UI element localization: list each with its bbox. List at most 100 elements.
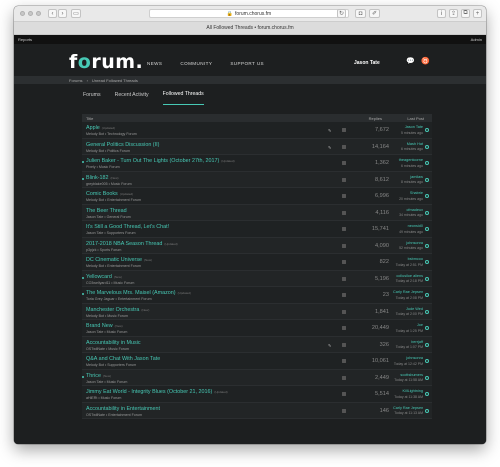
last-post-user[interactable]: johnsonra bbox=[393, 356, 423, 360]
last-post-user[interactable]: Carly Rae Jepsen bbox=[393, 406, 423, 410]
go-to-last-post-icon[interactable] bbox=[425, 375, 429, 380]
thread-title-text[interactable]: 2017-2018 NBA Season Thread bbox=[86, 241, 162, 247]
thread-title-text[interactable]: Manchester Orchestra bbox=[86, 307, 139, 313]
sidebar-icon[interactable]: ▭ bbox=[71, 9, 81, 18]
thread-title-text[interactable]: Accountability in Entertainment bbox=[86, 406, 160, 412]
tab-forums[interactable]: Forums bbox=[83, 84, 101, 105]
col-last-post[interactable]: Last Post bbox=[382, 116, 428, 121]
last-post-user[interactable]: neonsid0 bbox=[393, 224, 423, 228]
table-row[interactable]: It's Still a Good Thread, Let's Chat! Jas… bbox=[82, 221, 432, 238]
go-to-last-post-icon[interactable] bbox=[425, 359, 429, 363]
thread-title-text[interactable]: Thrice bbox=[86, 373, 101, 379]
thread-title-text[interactable]: Comic Books bbox=[86, 191, 118, 197]
go-to-last-post-icon[interactable] bbox=[425, 161, 429, 165]
username[interactable]: Jason Tate bbox=[354, 60, 380, 66]
last-post-time[interactable]: Today at 2:08 PM bbox=[393, 296, 423, 300]
go-to-last-post-icon[interactable] bbox=[425, 194, 429, 198]
last-post-user[interactable]: theagentcorne bbox=[393, 158, 423, 162]
thread-title[interactable]: Blink-182 (New) bbox=[86, 175, 118, 181]
nav-community[interactable]: COMMUNITY bbox=[180, 61, 212, 66]
thread-title-text[interactable]: Brand New bbox=[86, 323, 113, 329]
thread-title-text[interactable]: Yellowcard bbox=[86, 274, 112, 280]
thread-title-text[interactable]: It's Still a Good Thread, Let's Chat! bbox=[86, 224, 169, 230]
thread-title-text[interactable]: Jimmy Eat World - Integrity Blues (Octob… bbox=[86, 389, 212, 395]
go-to-last-post-icon[interactable] bbox=[425, 177, 429, 182]
last-post-time[interactable]: Today at 11:13 AM bbox=[393, 411, 423, 415]
last-post-user[interactable]: collusiloe aliens bbox=[393, 274, 423, 278]
extension-icon[interactable]: ✐ bbox=[369, 9, 380, 18]
thread-title[interactable]: DC Cinematic Universe (New) bbox=[86, 257, 152, 263]
go-to-last-post-icon[interactable] bbox=[425, 293, 429, 297]
last-post-user[interactable]: scottsbumers bbox=[393, 373, 423, 377]
table-row[interactable]: Manchester Orchestra (New) Melody Bot • Mu… bbox=[82, 303, 432, 320]
go-to-last-post-icon[interactable] bbox=[425, 309, 429, 314]
thread-title[interactable]: Accountability in Music bbox=[86, 340, 143, 346]
thread-title-text[interactable]: General Politics Discussion (II) bbox=[86, 142, 159, 148]
go-to-last-post-icon[interactable] bbox=[425, 260, 429, 264]
go-to-last-post-icon[interactable] bbox=[425, 227, 429, 231]
close-window-button[interactable] bbox=[20, 11, 25, 16]
last-post-user[interactable]: Jason Tate bbox=[393, 125, 423, 129]
back-button[interactable]: ‹ bbox=[48, 9, 57, 18]
table-row[interactable]: 2017-2018 NBA Season Thread (Updated) p3pj… bbox=[82, 237, 432, 254]
minimize-window-button[interactable] bbox=[28, 11, 33, 16]
go-to-last-post-icon[interactable] bbox=[425, 408, 429, 413]
breadcrumb-unread-followed[interactable]: Unread Followed Threads bbox=[92, 78, 138, 83]
last-post-time[interactable]: 20 minutes ago bbox=[393, 197, 423, 201]
new-tab-icon[interactable]: + bbox=[473, 9, 482, 18]
table-row[interactable]: Comic Books (Updated) Melody Bot • Enterta… bbox=[82, 188, 432, 205]
forward-button[interactable]: › bbox=[58, 9, 67, 18]
shield-icon[interactable]: ◘ bbox=[355, 9, 366, 18]
table-row[interactable]: Jimmy Eat World - Integrity Blues (Octob… bbox=[82, 386, 432, 403]
last-post-user[interactable]: Joe bbox=[393, 323, 423, 327]
last-post-time[interactable]: Today at 12:42 PM bbox=[393, 362, 423, 366]
thread-title[interactable]: Manchester Orchestra (New) bbox=[86, 307, 149, 313]
last-post-time[interactable]: Today at 1:25 PM bbox=[393, 329, 423, 333]
go-to-last-post-icon[interactable] bbox=[425, 276, 429, 281]
last-post-user[interactable]: Jude Wed bbox=[393, 307, 423, 311]
go-to-last-post-icon[interactable] bbox=[425, 392, 429, 396]
table-row[interactable]: Yellowcard (New) CO3wellyard11 • Music For… bbox=[82, 270, 432, 287]
go-to-last-post-icon[interactable] bbox=[425, 326, 429, 330]
last-post-user[interactable]: Shabrie bbox=[393, 191, 423, 195]
last-post-time[interactable]: 6 minutes ago bbox=[393, 164, 423, 168]
last-post-time[interactable]: 5 minutes ago bbox=[393, 131, 423, 135]
thread-title[interactable]: General Politics Discussion (II) bbox=[86, 142, 161, 148]
admin-link[interactable]: Admin bbox=[471, 37, 482, 42]
thread-title[interactable]: Thrice (New) bbox=[86, 373, 111, 379]
table-row[interactable]: Apple (Updated) Melody Bot • Technology Fo… bbox=[82, 122, 432, 139]
share-icon[interactable]: ⇪ bbox=[449, 9, 458, 18]
last-post-user[interactable]: bsbmcoo bbox=[393, 257, 423, 261]
table-row[interactable]: Q&A and Chat With Jason Tate Melody Bot •… bbox=[82, 353, 432, 370]
reload-icon[interactable]: ↻ bbox=[337, 9, 346, 18]
last-post-user[interactable]: Carly Rae Jepsen bbox=[393, 290, 423, 294]
thread-title-text[interactable]: Julien Baker - Turn Out The Lights (Octo… bbox=[86, 158, 219, 164]
table-row[interactable]: The Marvelous Mrs. Maisel (Amazon) (Updat… bbox=[82, 287, 432, 304]
last-post-time[interactable]: Today at 11:58 AM bbox=[393, 378, 423, 382]
table-row[interactable]: Thrice (New) Jason Tate • Music Forum 2,449… bbox=[82, 369, 432, 386]
reports-link[interactable]: Reports bbox=[18, 37, 32, 42]
thread-title-text[interactable]: Q&A and Chat With Jason Tate bbox=[86, 356, 160, 362]
tab-recent-activity[interactable]: Recent Activity bbox=[115, 84, 149, 105]
breadcrumb-forums[interactable]: Forums bbox=[69, 78, 83, 83]
last-post-user[interactable]: KillLightning bbox=[393, 389, 423, 393]
last-post-time[interactable]: Today at 2:51 PM bbox=[393, 263, 423, 267]
thread-title[interactable]: Accountability in Entertainment bbox=[86, 406, 162, 412]
table-row[interactable]: The Beer Thread Jason Tate • General Foru… bbox=[82, 204, 432, 221]
last-post-user[interactable]: cfmadeux bbox=[393, 208, 423, 212]
messages-icon[interactable]: 💬 bbox=[406, 58, 415, 65]
go-to-last-post-icon[interactable] bbox=[425, 243, 429, 248]
nav-support-us[interactable]: SUPPORT US bbox=[230, 61, 264, 66]
go-to-last-post-icon[interactable] bbox=[425, 144, 429, 149]
last-post-time[interactable]: 8 minutes ago bbox=[393, 180, 423, 184]
thread-title[interactable]: Julien Baker - Turn Out The Lights (Octo… bbox=[86, 158, 235, 164]
table-row[interactable]: DC Cinematic Universe (New) Melody Bot • E… bbox=[82, 254, 432, 271]
forum-logo[interactable]: forum. bbox=[69, 51, 143, 73]
last-post-time[interactable]: 6 minutes ago bbox=[393, 147, 423, 151]
zoom-window-button[interactable] bbox=[36, 11, 41, 16]
thread-title-text[interactable]: The Beer Thread bbox=[86, 208, 127, 214]
table-row[interactable]: Julien Baker - Turn Out The Lights (Octo… bbox=[82, 155, 432, 172]
thread-title-text[interactable]: Apple bbox=[86, 125, 100, 131]
go-to-last-post-icon[interactable] bbox=[425, 342, 429, 347]
thread-title[interactable]: Q&A and Chat With Jason Tate bbox=[86, 356, 162, 362]
